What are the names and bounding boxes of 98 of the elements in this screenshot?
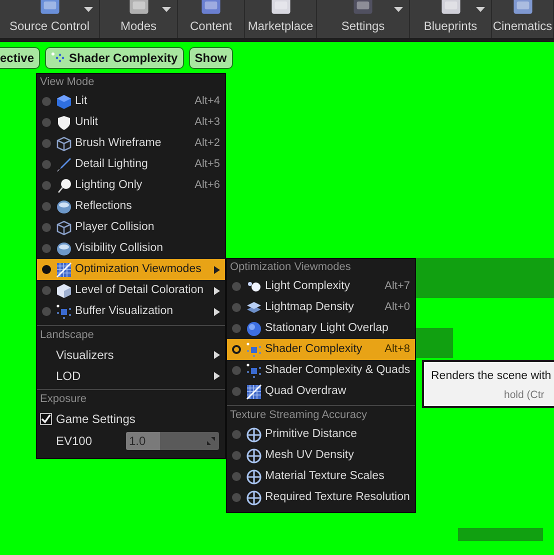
dots-icon (56, 304, 72, 320)
shortcut-label: Alt+5 (194, 157, 220, 172)
menu-item[interactable]: Level of Detail Coloration (37, 280, 225, 301)
tooltip-text: Renders the scene with (431, 369, 552, 384)
checkmark-icon (41, 414, 51, 424)
field-value: 1.0 (129, 432, 146, 450)
menu-item[interactable]: Stationary Light Overlap (227, 318, 415, 339)
menu-item-label: Lighting Only (75, 178, 142, 193)
toolbar-button[interactable]: Cinematics (492, 0, 554, 38)
menu-item[interactable]: Optimization Viewmodes (37, 259, 225, 280)
menu-item-label: Material Texture Scales (265, 468, 384, 484)
cube-icon (56, 282, 72, 298)
resize-arrows-icon (207, 436, 215, 444)
menu-item[interactable]: Shader Complexity & Quads (227, 360, 415, 381)
section-header: Texture Streaming Accuracy (229, 408, 368, 424)
crosshair-icon (246, 448, 262, 464)
menu-item[interactable]: Shader Complexity Alt+8 (227, 339, 415, 360)
dots-icon (246, 362, 262, 378)
menu-item-label: Visualizers (56, 346, 114, 364)
menu-item-label: Quad Overdraw (265, 384, 346, 399)
section-header: View Mode (39, 75, 96, 90)
viewport-button[interactable]: Shader Complexity (45, 47, 184, 69)
scene-block (416, 328, 453, 358)
menu-item[interactable]: Quad Overdraw (227, 381, 415, 402)
menu-item[interactable]: Reflections (37, 196, 225, 217)
toolbar-button[interactable]: Content (178, 0, 245, 38)
menu-item-label: Brush Wireframe (75, 136, 162, 151)
menu-item[interactable]: Visibility Collision (37, 238, 225, 259)
brush-icon (56, 156, 72, 172)
crosshair-icon (246, 490, 262, 506)
grid-icon (56, 262, 72, 278)
menu-item-label: Light Complexity (265, 278, 350, 294)
menu-item-label: Player Collision (75, 220, 154, 235)
menu-item[interactable]: Lighting Only Alt+6 (37, 175, 225, 196)
menu-item[interactable]: Light Complexity Alt+7 (227, 276, 415, 297)
shortcut-label: Alt+7 (384, 279, 410, 294)
menu-item-label: Unlit (75, 114, 98, 130)
menu-item[interactable]: Player Collision (37, 217, 225, 238)
checkbox[interactable] (40, 412, 52, 424)
toolbar-button[interactable]: Settings (317, 0, 410, 38)
shortcut-label: Alt+8 (384, 342, 410, 358)
crosshair-icon (246, 426, 262, 442)
sphere-icon (56, 240, 72, 256)
toolbar-button[interactable]: Source Control (0, 0, 100, 38)
shortcut-label: Alt+0 (384, 300, 410, 316)
wireframe-cube-icon (56, 136, 72, 152)
menu-item-label: Reflections (75, 198, 132, 214)
shortcut-label: Alt+2 (194, 136, 220, 152)
menu-item[interactable]: Lightmap Density Alt+0 (227, 297, 415, 318)
tooltip-hint: hold (Ctr (504, 388, 546, 404)
menu-item-label: Required Texture Resolution (265, 490, 410, 505)
section-header: Exposure (39, 392, 88, 408)
menu-item-label: Buffer Visualization (75, 304, 174, 319)
menu-item-label: Shader Complexity & Quads (265, 362, 410, 378)
menu-item-label: Detail Lighting (75, 156, 148, 172)
dots-icon (51, 52, 66, 64)
menu-item[interactable]: Visualizers (37, 344, 225, 365)
menu-item[interactable]: LOD (37, 365, 225, 386)
toolbar-button[interactable]: Marketplace (245, 0, 317, 38)
sphere-icon (56, 198, 72, 214)
menu-item[interactable]: Detail Lighting Alt+5 (37, 154, 225, 175)
menu-item-label: LOD (56, 368, 81, 384)
menu-item-label: Level of Detail Coloration (75, 282, 204, 298)
menu-item[interactable]: Mesh UV Density (227, 445, 415, 466)
menu-item-label: Optimization Viewmodes (75, 262, 202, 277)
menu-item[interactable]: Brush Wireframe Alt+2 (37, 133, 225, 154)
section-header: Landscape (39, 328, 95, 344)
grid-icon (246, 384, 262, 400)
shortcut-label: Alt+3 (194, 115, 220, 130)
menu-item-label: Primitive Distance (265, 426, 358, 442)
layers-icon (246, 300, 262, 316)
cube-icon (56, 94, 72, 110)
checkbox-label: Game Settings (56, 410, 136, 428)
viewport-button[interactable]: Show (188, 47, 233, 69)
menu-item-label: Lit (75, 94, 88, 109)
section-header: Optimization Viewmodes (229, 260, 352, 276)
menu-item[interactable]: Lit Alt+4 (37, 91, 225, 112)
menu-item-label: Lightmap Density (265, 300, 354, 315)
wireframe-cube-icon (56, 220, 72, 236)
shortcut-label: Alt+4 (194, 94, 220, 110)
menu-item[interactable]: Required Texture Resolution (227, 487, 415, 508)
menu-item-label: Visibility Collision (75, 240, 163, 256)
menu-item[interactable]: Material Texture Scales (227, 466, 415, 487)
viewport-button[interactable]: ective (0, 47, 40, 69)
menu-item-label: Stationary Light Overlap (265, 320, 388, 336)
menu-item[interactable]: Buffer Visualization (37, 301, 225, 322)
menu-item-label: Shader Complexity (265, 342, 362, 357)
shortcut-label: Alt+6 (194, 178, 220, 194)
menu-item[interactable]: Unlit Alt+3 (37, 112, 225, 133)
sphere-icon (246, 320, 262, 336)
toolbar-button[interactable]: Blueprints (410, 0, 492, 38)
toolbar-button[interactable]: Modes (100, 0, 178, 38)
field-label: EV100 (56, 432, 94, 450)
menu-item-label: Mesh UV Density (265, 448, 354, 463)
crosshair-icon (246, 468, 262, 484)
dots-icon (246, 342, 262, 358)
menu-item[interactable]: Primitive Distance (227, 424, 415, 445)
shield-icon (56, 114, 72, 130)
